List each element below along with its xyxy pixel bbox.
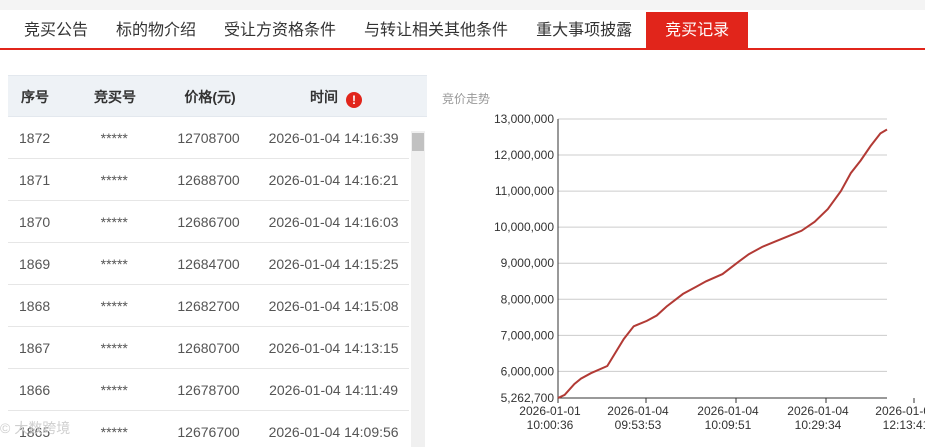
tab-list: 竞买公告 标的物介绍 受让方资格条件 与转让相关其他条件 重大事项披露 竞买记录 <box>10 12 749 49</box>
tab-5[interactable]: 竞买记录 <box>646 12 749 49</box>
chart-canvas: 5,262,700 6,000,000 7,000,000 8,000,000 9,00… <box>494 112 925 432</box>
cell-price: 12678700 <box>177 382 240 398</box>
cell-time: 2026-01-04 14:11:49 <box>269 382 399 398</box>
table-row: 1871 ***** 12688700 2026-01-04 14:16:21 <box>8 159 409 201</box>
cell-time: 2026-01-04 14:09:56 <box>268 424 399 440</box>
tab-0[interactable]: 竞买公告 <box>10 12 102 49</box>
table-scrollbar[interactable] <box>411 131 425 447</box>
tab-2[interactable]: 受让方资格条件 <box>210 12 350 49</box>
tab-1[interactable]: 标的物介绍 <box>102 12 210 49</box>
y-tick-label: 10,000,000 <box>494 220 554 234</box>
cell-price: 12686700 <box>177 214 240 230</box>
x-tick-label: 12:13:41 <box>883 418 925 432</box>
x-tick-label: 2026-01-01 <box>519 404 581 418</box>
header-price: 价格(元) <box>184 89 236 105</box>
tab-3[interactable]: 与转让相关其他条件 <box>350 12 522 49</box>
cell-index: 1867 <box>19 340 51 356</box>
table-row: 1868 ***** 12682700 2026-01-04 14:15:08 <box>8 285 409 327</box>
scrollbar-thumb[interactable] <box>412 133 424 151</box>
cell-index: 1871 <box>19 172 51 188</box>
x-tick-label: 09:53:53 <box>615 418 662 432</box>
watermark: © 大数跨境 <box>0 420 71 436</box>
table-header: 序号 竞买号 价格(元) 时间! <box>8 75 427 117</box>
cell-price: 12708700 <box>177 130 240 146</box>
tab-4[interactable]: 重大事项披露 <box>522 12 646 49</box>
table-row: 1867 ***** 12680700 2026-01-04 14:13:15 <box>8 327 409 369</box>
table-body: 1872 ***** 12708700 2026-01-04 14:16:39 1871… <box>8 117 409 447</box>
bid-records-table: 序号 竞买号 价格(元) 时间! 1872 ***** 12708700 2026-0… <box>8 75 427 447</box>
x-tick-label: 10:00:36 <box>527 418 574 432</box>
cell-index: 1872 <box>19 130 51 146</box>
y-tick-label: 8,000,000 <box>501 292 555 306</box>
price-trend-chart: 竞价走势 5,262,700 6,000,000 7,000,000 8,000,00… <box>438 86 925 447</box>
x-tick-label: 2026-01-04 <box>697 404 759 418</box>
cell-index: 1869 <box>19 256 51 272</box>
cell-bidder: ***** <box>100 130 128 146</box>
x-tick-label: 10:29:34 <box>795 418 842 432</box>
y-tick-label: 11,000,000 <box>495 184 554 198</box>
tab-underline <box>0 48 925 50</box>
tab-bar: 竞买公告 标的物介绍 受让方资格条件 与转让相关其他条件 重大事项披露 竞买记录 <box>0 0 925 50</box>
cell-time: 2026-01-04 14:16:03 <box>268 214 399 230</box>
cell-price: 12680700 <box>177 340 240 356</box>
cell-price: 12688700 <box>177 172 240 188</box>
exclamation-icon[interactable]: ! <box>346 92 362 108</box>
table-row: 1872 ***** 12708700 2026-01-04 14:16:39 <box>8 117 409 159</box>
cell-time: 2026-01-04 14:15:08 <box>268 298 399 314</box>
header-bidder: 竞买号 <box>94 89 136 105</box>
header-time-label: 时间 <box>310 89 338 105</box>
price-series-line <box>557 128 888 399</box>
cell-index: 1866 <box>19 382 51 398</box>
cell-index: 1868 <box>19 298 51 314</box>
x-tick-label: 10:09:51 <box>705 418 752 432</box>
x-tick-label: 2026-01-04 <box>787 404 849 418</box>
cell-time: 2026-01-04 14:15:25 <box>268 256 399 272</box>
y-tick-label: 9,000,000 <box>501 256 555 270</box>
cell-index: 1870 <box>19 214 51 230</box>
cell-price: 12684700 <box>177 256 240 272</box>
y-tick-label: 12,000,000 <box>494 148 554 162</box>
y-tick-label: 6,000,000 <box>501 364 555 378</box>
header-time: 时间! <box>260 76 412 118</box>
cell-bidder: ***** <box>100 340 128 356</box>
cell-price: 12676700 <box>177 424 240 440</box>
cell-price: 12682700 <box>177 298 240 314</box>
cell-bidder: ***** <box>100 424 128 440</box>
x-tick-label: 2026-01-04 <box>607 404 669 418</box>
table-row: 1866 ***** 12678700 2026-01-04 14:11:49 <box>8 369 409 411</box>
cell-bidder: ***** <box>100 298 128 314</box>
cell-time: 2026-01-04 14:16:39 <box>268 130 399 146</box>
cell-bidder: ***** <box>100 382 128 398</box>
y-tick-label: 7,000,000 <box>501 328 555 342</box>
y-tick-label: 5,262,700 <box>501 391 555 405</box>
top-strip <box>0 0 925 10</box>
cell-time: 2026-01-04 14:16:21 <box>268 172 399 188</box>
y-tick-label: 13,000,000 <box>494 112 554 126</box>
header-index: 序号 <box>21 89 49 105</box>
table-row: 1870 ***** 12686700 2026-01-04 14:16:03 <box>8 201 409 243</box>
cell-time: 2026-01-04 14:13:15 <box>268 340 399 356</box>
cell-bidder: ***** <box>100 256 128 272</box>
table-row: 1869 ***** 12684700 2026-01-04 14:15:25 <box>8 243 409 285</box>
cell-bidder: ***** <box>100 214 128 230</box>
x-tick-label: 2026-01-04 <box>875 404 925 418</box>
cell-bidder: ***** <box>100 172 128 188</box>
